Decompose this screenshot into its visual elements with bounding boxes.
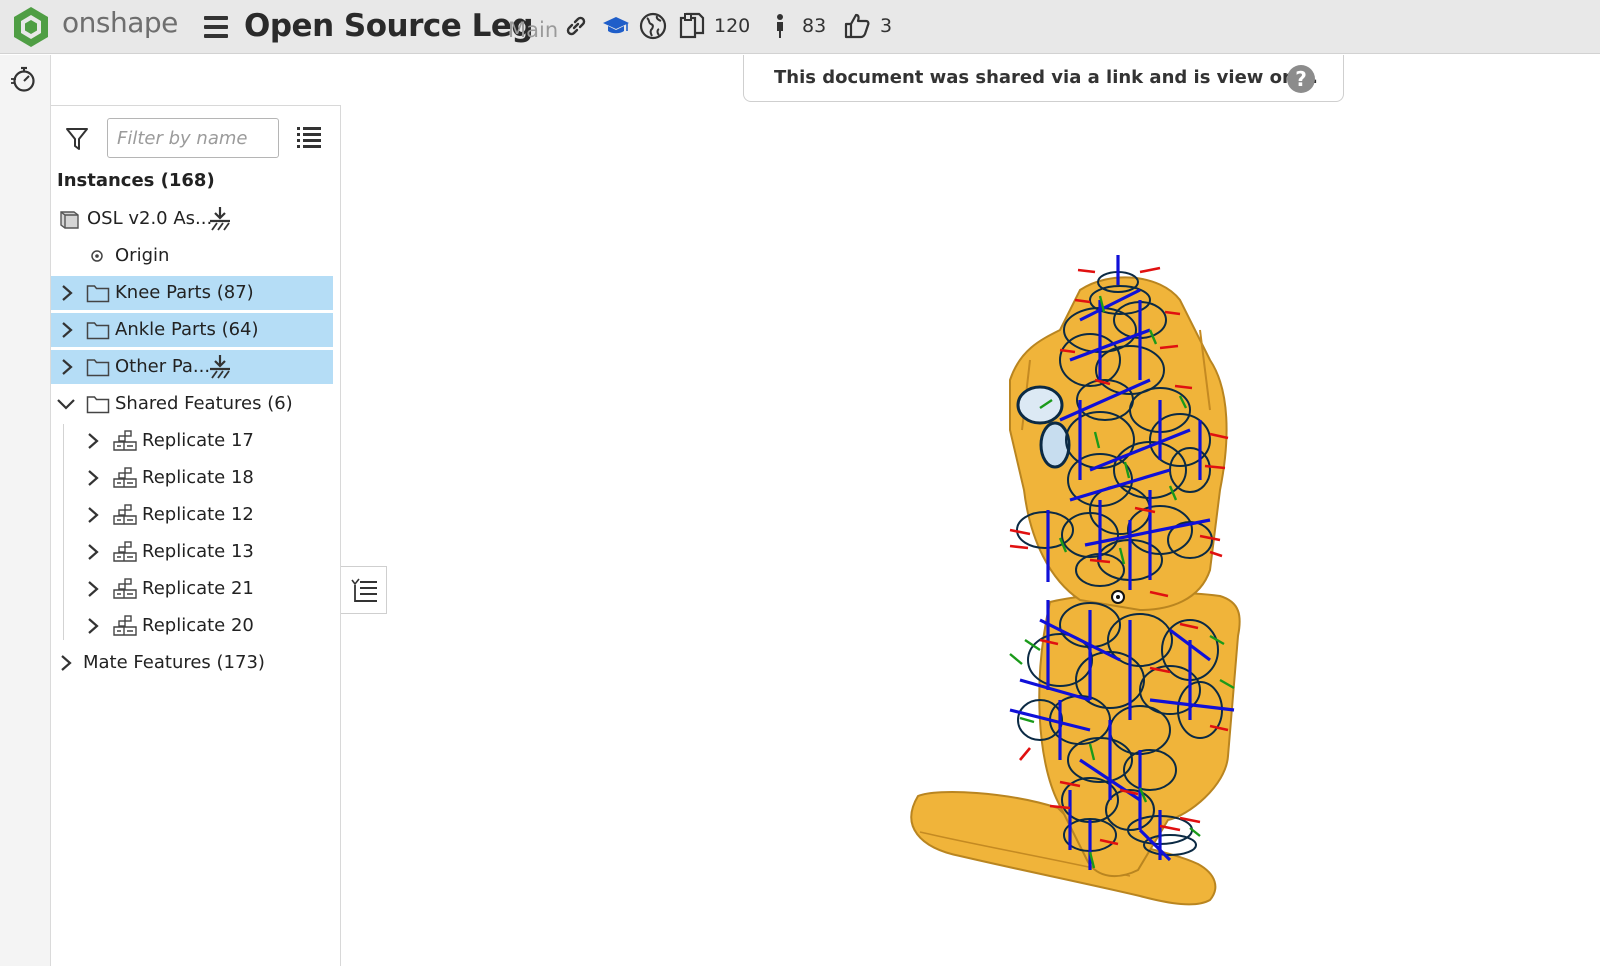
main-menu-icon[interactable] — [204, 16, 228, 38]
top-bar: onshape Open Source Leg Main 120 83 3 — [0, 0, 1600, 54]
replicate-icon — [113, 615, 137, 636]
onshape-logo-icon[interactable] — [12, 6, 50, 48]
replicate-icon — [113, 430, 137, 451]
tree-item-replicate-18[interactable]: Replicate 18 — [51, 461, 333, 495]
tree-item-label: Replicate 18 — [142, 467, 254, 488]
tree-item-label: Ankle Parts (64) — [115, 319, 259, 340]
tree-item-label: Replicate 12 — [142, 504, 254, 525]
link-icon[interactable] — [562, 12, 590, 40]
feature-list-toggle-icon — [351, 578, 377, 602]
tree-item-replicate-13[interactable]: Replicate 13 — [51, 535, 333, 569]
branch-label[interactable]: Main — [508, 18, 558, 42]
replicate-icon — [113, 467, 137, 488]
chevron-right-icon[interactable] — [59, 358, 75, 376]
chevron-right-icon[interactable] — [85, 617, 101, 635]
tree-item-label: Shared Features (6) — [115, 393, 293, 414]
folder-icon — [86, 285, 110, 303]
chevron-right-icon[interactable] — [59, 284, 75, 302]
banner-message: This document was shared via a link and … — [774, 67, 1318, 88]
tree-item-replicate-21[interactable]: Replicate 21 — [51, 572, 333, 606]
tree-item-replicate-17[interactable]: Replicate 17 — [51, 424, 333, 458]
tree-item-replicate-12[interactable]: Replicate 12 — [51, 498, 333, 532]
replicate-icon — [113, 578, 137, 599]
tree-item-label: Mate Features (173) — [83, 652, 265, 673]
chevron-down-icon[interactable] — [56, 395, 76, 413]
folder-icon — [86, 359, 110, 377]
logo-wordmark[interactable]: onshape — [62, 6, 178, 39]
fixed-download-icon — [210, 355, 230, 379]
tree-item-label: OSL v2.0 As... — [87, 208, 213, 229]
filter-by-name-input[interactable] — [107, 118, 279, 158]
3d-graphics-area[interactable] — [387, 102, 1600, 966]
tree-item-origin[interactable]: Origin — [51, 239, 333, 273]
chevron-right-icon[interactable] — [58, 654, 74, 672]
tree-item-replicate-20[interactable]: Replicate 20 — [51, 609, 333, 643]
likes-count: 3 — [880, 15, 893, 37]
tree-item-other-parts[interactable]: Other Pa... — [51, 350, 333, 384]
tree-item-label: Knee Parts (87) — [115, 282, 254, 303]
history-stopwatch-icon[interactable] — [10, 65, 38, 93]
origin-icon — [91, 250, 103, 262]
instance-list-panel: Instances (168) OSL v2.0 As... Origin Kn… — [51, 105, 341, 966]
replicate-icon — [113, 541, 137, 562]
help-icon[interactable]: ? — [1287, 65, 1315, 93]
tree-item-label: Replicate 17 — [142, 430, 254, 451]
chevron-right-icon[interactable] — [85, 580, 101, 598]
toggle-panel-button[interactable] — [341, 566, 387, 614]
followers-count: 83 — [802, 15, 827, 37]
followers-icon[interactable] — [766, 12, 794, 40]
view-only-banner: This document was shared via a link and … — [743, 55, 1344, 102]
copies-icon[interactable] — [678, 12, 706, 40]
left-rail — [0, 55, 51, 966]
tree-item-label: Replicate 13 — [142, 541, 254, 562]
tree-item-label: Replicate 21 — [142, 578, 254, 599]
like-thumbs-up-icon[interactable] — [843, 12, 871, 40]
tree-item-label: Replicate 20 — [142, 615, 254, 636]
chevron-right-icon[interactable] — [85, 506, 101, 524]
replicate-icon — [113, 504, 137, 525]
tree-item-ankle-parts[interactable]: Ankle Parts (64) — [51, 313, 333, 347]
copies-count: 120 — [714, 15, 751, 37]
assembly-icon — [60, 211, 79, 229]
fixed-download-icon — [210, 207, 230, 231]
chevron-right-icon[interactable] — [85, 543, 101, 561]
folder-icon — [86, 396, 110, 414]
tree-item-label: Other Pa... — [115, 356, 211, 377]
list-view-icon[interactable] — [297, 126, 321, 148]
tree-item-shared-features[interactable]: Shared Features (6) — [51, 387, 333, 421]
chevron-right-icon[interactable] — [85, 469, 101, 487]
tree-item-osl-assembly[interactable]: OSL v2.0 As... — [51, 202, 333, 236]
filter-icon[interactable] — [65, 126, 89, 152]
chevron-right-icon[interactable] — [85, 432, 101, 450]
folder-icon — [86, 322, 110, 340]
tree-item-mate-features[interactable]: Mate Features (173) — [51, 646, 333, 680]
instances-heading: Instances (168) — [57, 170, 215, 191]
tree-item-knee-parts[interactable]: Knee Parts (87) — [51, 276, 333, 310]
education-icon[interactable] — [602, 12, 630, 40]
tree-item-label: Origin — [115, 245, 170, 266]
document-title[interactable]: Open Source Leg — [244, 8, 534, 44]
chevron-right-icon[interactable] — [59, 321, 75, 339]
public-globe-icon[interactable] — [639, 12, 667, 40]
